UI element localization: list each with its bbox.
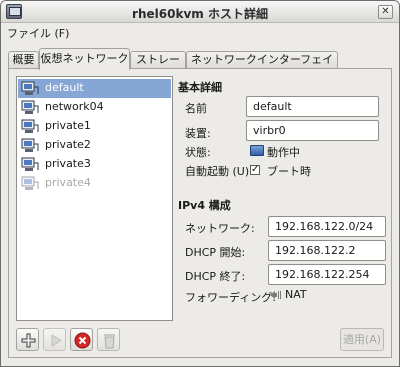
start-network-button[interactable]: [43, 328, 66, 351]
forwarding-value: NAT: [285, 288, 307, 301]
trash-icon: [104, 334, 115, 349]
plus-icon: [21, 333, 36, 348]
stop-network-button[interactable]: [70, 328, 93, 351]
network-name: private4: [45, 176, 91, 189]
basic-details-heading: 基本詳細: [178, 81, 222, 94]
dhcp-start-label: DHCP 開始:: [185, 246, 246, 259]
ipv4-network-field[interactable]: 192.168.122.0/24: [268, 216, 386, 237]
autostart-label: 自動起動 (U):: [185, 165, 253, 178]
network-row-private4[interactable]: private4: [18, 174, 171, 193]
title-bar: rhel60kvm ホスト詳細 ✕: [1, 1, 399, 23]
dhcp-end-field[interactable]: 192.168.122.254: [268, 264, 386, 285]
network-row-private3[interactable]: private3: [18, 155, 171, 174]
menu-file[interactable]: ファイル (F): [7, 25, 69, 41]
network-name: private3: [45, 157, 91, 170]
network-name: private2: [45, 138, 91, 151]
dhcp-end-label: DHCP 終了:: [185, 270, 246, 283]
tab-storage[interactable]: ストレージ: [130, 51, 186, 82]
network-row-private2[interactable]: private2: [18, 136, 171, 155]
state-value: 動作中: [267, 146, 300, 159]
host-details-window: rhel60kvm ホスト詳細 ✕ ファイル (F) 概要 仮想ネットワーク ス…: [0, 0, 400, 367]
tab-overview[interactable]: 概要: [8, 51, 39, 69]
network-row-network04[interactable]: network04: [18, 98, 171, 117]
network-row-default[interactable]: default: [18, 79, 171, 98]
menu-bar: ファイル (F): [1, 23, 399, 42]
name-field[interactable]: default: [246, 96, 379, 117]
network-icon: [21, 176, 39, 190]
virtual-networks-panel: default network04 private1 private2 priv…: [8, 68, 392, 358]
dhcp-start-field[interactable]: 192.168.122.2: [268, 240, 386, 261]
network-icon: [21, 119, 39, 133]
state-label: 状態:: [185, 146, 211, 159]
autostart-value: ブート時: [267, 165, 311, 178]
tab-virtual-networks[interactable]: 仮想ネットワーク: [39, 48, 130, 70]
add-network-button[interactable]: [16, 328, 39, 351]
network-icon: [21, 81, 39, 95]
stop-icon: [74, 332, 91, 349]
network-list[interactable]: default network04 private1 private2 priv…: [16, 76, 173, 321]
network-icon: [21, 100, 39, 114]
network-name: private1: [45, 119, 91, 132]
nat-icon: [270, 291, 281, 299]
play-icon: [51, 334, 62, 347]
network-details: 基本詳細 名前 default 装置: virbr0 状態: 動作中 自動起動 …: [175, 69, 387, 357]
network-row-private1[interactable]: private1: [18, 117, 171, 136]
network-icon: [21, 138, 39, 152]
close-button[interactable]: ✕: [378, 5, 393, 19]
forwarding-label: フォワーディング:: [185, 291, 276, 304]
network-name: network04: [45, 100, 104, 113]
name-label: 名前: [185, 102, 207, 115]
device-field[interactable]: virbr0: [246, 120, 379, 141]
window-title: rhel60kvm ホスト詳細: [132, 7, 268, 21]
delete-network-button[interactable]: [97, 328, 120, 351]
tab-bar: 概要 仮想ネットワーク ストレージ ネットワークインターフェイス: [8, 48, 392, 82]
ipv4-heading: IPv4 構成: [178, 199, 231, 212]
tab-network-interfaces[interactable]: ネットワークインターフェイス: [186, 51, 338, 82]
autostart-checkbox[interactable]: ✓: [250, 165, 260, 175]
running-state-icon: [250, 145, 264, 156]
network-name: default: [45, 81, 84, 94]
device-label: 装置:: [185, 127, 211, 140]
apply-button[interactable]: 適用(A): [340, 328, 384, 351]
network-icon: [21, 157, 39, 171]
ipv4-network-label: ネットワーク:: [185, 222, 255, 235]
